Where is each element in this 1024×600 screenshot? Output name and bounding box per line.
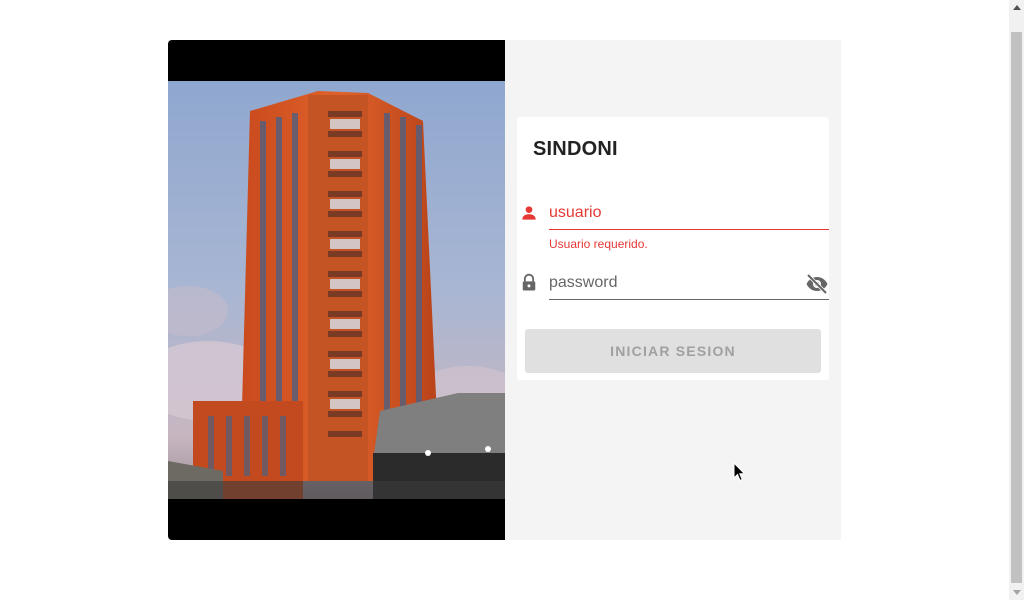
vertical-scrollbar[interactable] [1009,0,1024,600]
username-error: Usuario requerido. [549,237,648,251]
lock-icon [522,273,536,291]
username-input[interactable] [549,197,829,229]
login-button[interactable]: INICIAR SESION [525,329,821,373]
scroll-up-icon[interactable] [1009,0,1024,15]
login-page: SINDONI Usuario requerido. [0,0,1024,600]
eye-off-icon[interactable] [805,272,829,296]
form-panel: SINDONI Usuario requerido. [505,40,841,540]
scroll-down-icon[interactable] [1009,585,1024,600]
app-title: SINDONI [533,138,618,160]
password-underline [549,299,829,300]
building-photo [168,81,505,499]
photo-panel [168,40,505,540]
scroll-thumb[interactable] [1011,32,1022,583]
login-form: SINDONI Usuario requerido. [517,117,829,380]
password-input[interactable] [549,267,799,299]
person-icon [522,206,536,220]
mouse-cursor-icon [733,462,746,482]
username-underline [549,229,829,230]
